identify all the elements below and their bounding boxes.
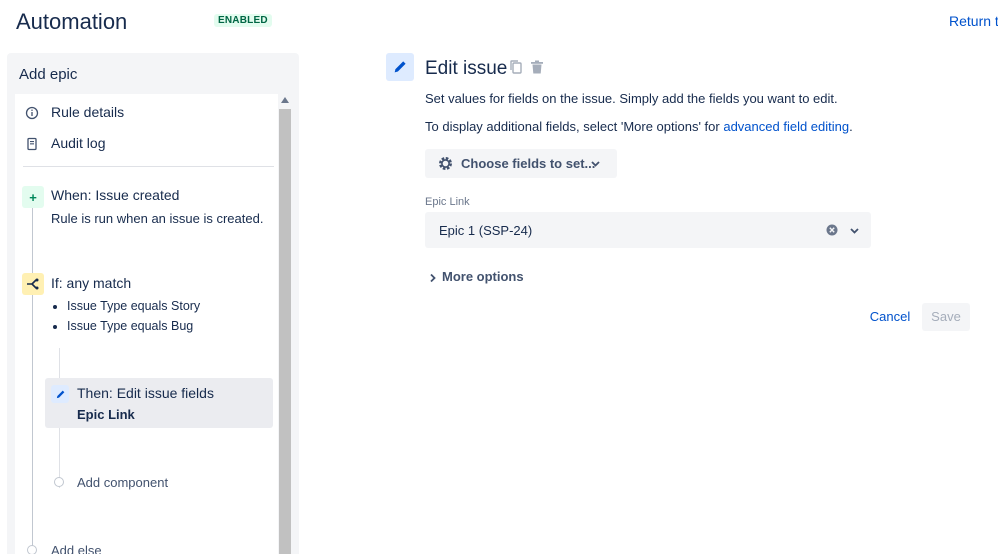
pencil-icon [51,385,69,403]
chevron-down-icon [591,161,600,167]
condition-bullet: Issue Type equals Bug [53,319,193,333]
rule-sidebar: Add epic Rule details Audit log + When: … [7,53,299,554]
page-header: Automation ENABLED Return to [0,0,998,44]
condition-title[interactable]: If: any match [51,275,131,291]
pencil-icon [386,53,414,81]
gear-icon [439,157,452,170]
flow-line [32,205,33,554]
copy-icon[interactable] [508,59,524,75]
trash-icon[interactable] [529,59,545,75]
action-subtitle: Epic Link [77,407,135,422]
chevron-right-icon [430,273,436,282]
trigger-description: Rule is run when an issue is created. [51,211,264,226]
sidebar-item-rule-details[interactable]: Rule details [15,99,283,127]
clear-icon[interactable] [826,224,838,236]
sidebar-item-label: Rule details [51,104,125,120]
sidebar-item-audit-log[interactable]: Audit log [15,130,283,158]
page-title: Automation [16,9,128,34]
advanced-field-editing-link[interactable]: advanced field editing [723,119,849,134]
scroll-up-arrow-icon[interactable] [281,97,289,103]
rule-name: Add epic [19,66,78,83]
document-icon [27,137,37,151]
choose-fields-label: Choose fields to set... [461,156,596,171]
trigger-title[interactable]: When: Issue created [51,187,179,203]
epic-link-label: Epic Link [425,196,470,208]
action-title: Then: Edit issue fields [77,385,214,401]
epic-link-value: Epic 1 (SSP-24) [439,223,533,238]
choose-fields-button[interactable]: Choose fields to set... [425,149,617,178]
status-badge: ENABLED [214,14,272,27]
add-component-dot-icon [54,477,64,487]
save-button[interactable]: Save [922,303,970,331]
epic-link-select[interactable]: Epic 1 (SSP-24) [425,212,871,248]
editor-title: Edit issue [425,58,508,79]
editor-hint-suffix: . [849,119,853,134]
condition-bullet: Issue Type equals Story [53,299,200,313]
scrollbar-thumb[interactable] [279,109,291,554]
divider [23,166,274,167]
return-link[interactable]: Return to [949,13,998,29]
action-card-edit-issue[interactable]: Then: Edit issue fields Epic Link [45,378,273,428]
info-icon [25,106,39,120]
editor-hint: To display additional fields, select 'Mo… [425,119,853,134]
cancel-button[interactable]: Cancel [865,303,915,331]
more-options-label: More options [442,269,524,284]
chevron-down-icon[interactable] [849,225,860,236]
more-options-toggle[interactable]: More options [428,269,524,284]
editor-hint-text: To display additional fields, select 'Mo… [425,119,724,134]
add-component-link[interactable]: Add component [77,475,168,490]
branch-icon [22,273,44,295]
add-else-dot-icon [27,545,37,554]
editor-description: Set values for fields on the issue. Simp… [425,91,838,106]
rule-components-panel: Rule details Audit log + When: Issue cre… [15,94,283,554]
plus-icon: + [22,186,44,208]
sidebar-scrollbar[interactable] [278,94,292,554]
sidebar-item-label: Audit log [51,135,106,151]
add-else-link[interactable]: Add else [51,543,102,554]
